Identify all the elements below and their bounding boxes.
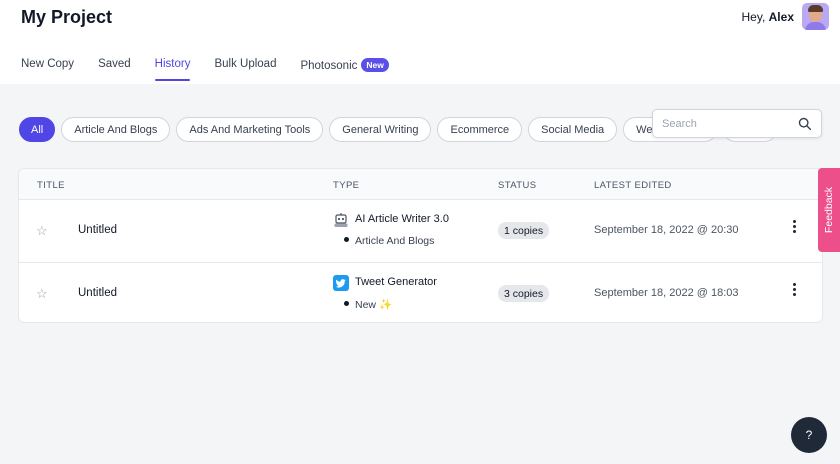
column-status: STATUS [498,180,537,191]
robot-icon [334,213,348,227]
table-row[interactable]: ☆ Untitled AI Article Writer 3.0 Article… [19,200,822,262]
filter-ads-and-marketing-tools[interactable]: Ads And Marketing Tools [176,117,324,142]
filter-ecommerce[interactable]: Ecommerce [437,117,523,142]
bullet-icon [344,237,349,242]
column-type: TYPE [333,180,360,191]
project-tabs: New Copy Saved History Bulk Upload Photo… [21,58,389,81]
user-name: Alex [768,9,794,24]
filter-article-and-blogs[interactable]: Article And Blogs [61,117,171,142]
feedback-button[interactable]: Feedback [818,168,840,252]
tab-bulk-upload[interactable]: Bulk Upload [214,58,276,81]
type-category: New ✨ [344,298,392,311]
new-badge: New [361,58,389,72]
column-title: TITLE [37,180,65,191]
more-options-icon[interactable] [790,220,798,240]
search-icon[interactable] [798,117,812,131]
status-badge: 3 copies [498,285,550,302]
category-label: Article And Blogs [355,235,435,247]
column-latest-edited: LATEST EDITED [594,180,672,191]
filter-general-writing[interactable]: General Writing [329,117,432,142]
tab-saved[interactable]: Saved [98,58,131,81]
feedback-label: Feedback [823,186,835,234]
tab-history[interactable]: History [154,58,190,81]
tab-new-copy[interactable]: New Copy [21,58,74,81]
more-options-icon[interactable] [790,283,798,303]
sparkle-icon: ✨ [378,299,393,311]
category-label: New [355,299,377,311]
type-category: Article And Blogs [344,235,434,247]
greeting-text: Hey, [741,9,766,24]
table-header: TITLE TYPE STATUS LATEST EDITED [19,169,822,200]
status-badge: 1 copies [498,222,550,239]
table-row[interactable]: ☆ Untitled Tweet Generator New ✨ 3 copie… [19,262,822,322]
greeting: Hey, Alex [742,10,795,24]
page-title: My Project [21,7,113,27]
twitter-icon [333,275,349,291]
bullet-icon [344,301,349,306]
help-button[interactable]: ? [791,417,827,453]
latest-edited: September 18, 2022 @ 20:30 [594,224,739,236]
latest-edited: September 18, 2022 @ 18:03 [594,287,739,299]
avatar-hair [808,5,823,12]
row-title[interactable]: Untitled [78,287,117,299]
row-title[interactable]: Untitled [78,224,117,236]
avatar-body [805,22,826,30]
type-name: Tweet Generator [355,276,437,288]
star-icon[interactable]: ☆ [36,223,48,239]
tab-photosonic[interactable]: Photosonic New [300,58,389,81]
filter-all[interactable]: All [19,117,56,142]
search-input[interactable] [662,115,792,133]
tab-photosonic-label: Photosonic [300,60,358,72]
type-name: AI Article Writer 3.0 [355,213,449,225]
filter-social-media[interactable]: Social Media [528,117,618,142]
search-box [652,109,822,138]
user-menu[interactable]: Hey, Alex [742,3,829,30]
history-table: TITLE TYPE STATUS LATEST EDITED ☆ Untitl… [18,168,823,323]
star-icon[interactable]: ☆ [36,286,48,302]
avatar[interactable] [802,3,829,30]
top-bar: My Project Hey, Alex New Copy Saved Hist… [0,0,840,84]
